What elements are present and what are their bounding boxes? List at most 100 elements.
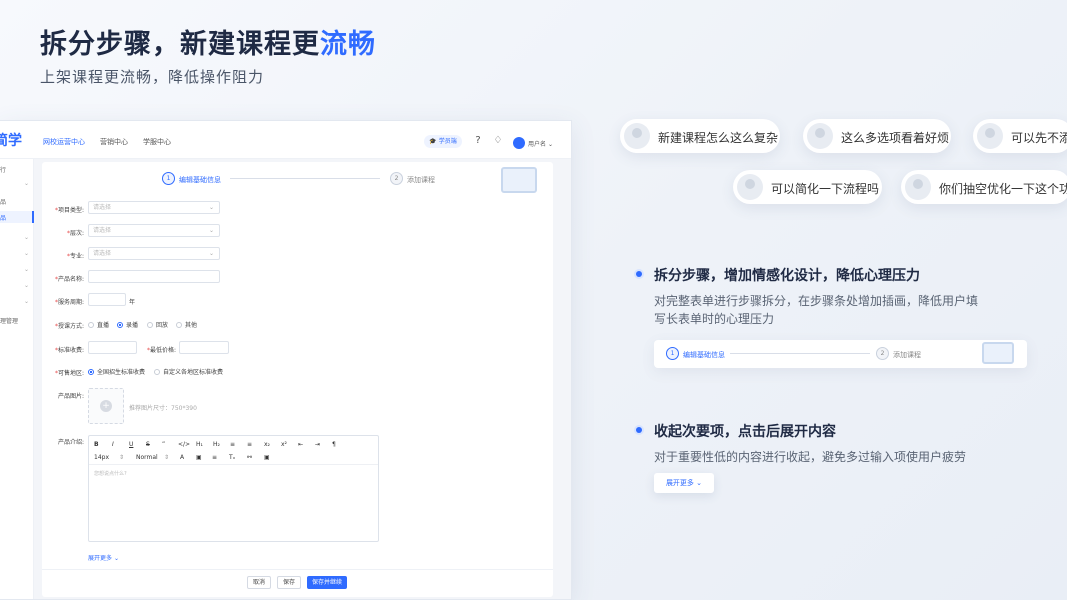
avatar (905, 174, 931, 200)
editor-placeholder: 您想说点什么? (94, 471, 127, 477)
sidebar-item-label: 品 (0, 199, 7, 206)
link-icon[interactable]: ⚯ (247, 454, 252, 461)
nav-item-student-service[interactable]: 学服中心 (143, 137, 171, 147)
feature-title-1: 拆分步骤，增加情感化设计，降低心理压力 (654, 268, 920, 284)
heading1-icon[interactable]: H₁ (196, 441, 203, 448)
graduation-cap-icon: 🎓 (429, 138, 437, 145)
strikethrough-icon[interactable]: S (146, 441, 150, 448)
superscript-icon[interactable]: x² (281, 441, 287, 448)
major-select[interactable]: 请选择 ⌄ (88, 247, 220, 260)
step-divider (730, 353, 870, 354)
product-intro-label: 产品介绍: (57, 439, 84, 446)
sidebar-item-label: 行 (0, 167, 7, 174)
product-name-input[interactable] (88, 270, 220, 283)
complaint-bubble-2: 这么多选项看着好烦 (803, 119, 951, 153)
hero-title-accent: 流畅 (320, 29, 376, 60)
level-select[interactable]: 请选择 ⌄ (88, 224, 220, 237)
text-direction-icon[interactable]: ¶ (332, 441, 336, 448)
user-name-label: 用户名 (528, 141, 547, 148)
avatar (737, 174, 763, 200)
radio-replay[interactable]: 回放 (147, 320, 168, 329)
hero-subtitle: 上架课程更流畅，降低操作阻力 (40, 68, 265, 86)
step-label: 编辑基础信息 (683, 351, 725, 359)
step-illustration (982, 342, 1014, 364)
step-illustration (501, 167, 537, 193)
sidebar-item-label: 品 (0, 215, 7, 222)
min-price-input[interactable] (179, 341, 229, 354)
font-style-select[interactable]: Normal (136, 454, 158, 461)
feature-bullet (636, 271, 642, 277)
chevron-down-icon: ⌄ (696, 479, 703, 487)
chevron-down-icon: ⌄ (113, 555, 119, 562)
nav-item-marketing[interactable]: 营销中心 (100, 137, 128, 147)
ordered-list-icon[interactable]: ≡ (230, 441, 235, 448)
code-icon[interactable]: </> (178, 441, 190, 448)
complaint-bubble-4: 可以简化一下流程吗 (733, 170, 882, 204)
chevron-down-icon: ⌄ (208, 204, 214, 211)
feature-bullet (636, 427, 642, 433)
sidebar: 行 ⌄ 品 品 ⌄ ⌄ ⌄ ⌄ ⌄ 理管理 (0, 159, 34, 599)
radio-national-fee[interactable]: 全国招生标准收费 (88, 367, 145, 376)
image-upload[interactable]: + (88, 388, 124, 424)
bullet-list-icon[interactable]: ≡ (247, 441, 252, 448)
bell-icon[interactable]: ♢ (492, 135, 504, 147)
step-number: 2 (390, 172, 403, 185)
chevron-down-icon: ⌄ (23, 180, 29, 187)
background-color-icon[interactable]: ▣ (196, 454, 202, 461)
save-button[interactable]: 保存 (277, 576, 301, 589)
editor-toolbar: B I U S ” </> H₁ H₂ ≡ ≡ x₂ x² ⇤ ⇥ ¶ (89, 439, 378, 452)
bold-icon[interactable]: B (94, 441, 99, 448)
project-type-select[interactable]: 请选择 ⌄ (88, 201, 220, 214)
expand-more-button[interactable]: 展开更多 ⌄ (654, 473, 714, 493)
cancel-button[interactable]: 取消 (247, 576, 271, 589)
product-name-label: *产品名称: (54, 276, 84, 283)
user-name[interactable]: 用户名 ⌄ (528, 139, 553, 148)
step-divider (230, 178, 380, 179)
align-icon[interactable]: ≡ (212, 454, 217, 461)
save-continue-button[interactable]: 保存并继续 (307, 576, 347, 589)
avatar[interactable] (513, 137, 525, 149)
step-number: 1 (162, 172, 175, 185)
radio-recorded[interactable]: 录播 (117, 320, 138, 329)
feature-desc-1: 对完整表单进行步骤拆分，在步骤条处增加插画，降低用户填 写长表单时的心理压力 (654, 294, 979, 326)
outdent-icon[interactable]: ⇤ (298, 441, 303, 448)
radio-custom-region-fee[interactable]: 自定义各地区标准收费 (154, 367, 223, 376)
subscript-icon[interactable]: x₂ (264, 441, 270, 448)
sidebar-item-1[interactable]: 行 (0, 163, 34, 175)
help-icon[interactable]: ? (472, 135, 484, 147)
sidebar-item-2[interactable]: ⌄ (0, 179, 34, 191)
avatar (624, 123, 650, 149)
nav-item-operations[interactable]: 网校运营中心 (43, 137, 85, 147)
complaint-bubble-5: 你们抽空优化一下这个功能 (901, 170, 1067, 204)
radio-other[interactable]: 其他 (176, 320, 197, 329)
service-period-input[interactable] (88, 293, 126, 306)
step-label: 添加课程 (893, 351, 921, 359)
radio-live[interactable]: 直播 (88, 320, 109, 329)
editor-divider (89, 464, 378, 465)
level-label: *层次: (66, 230, 84, 237)
student-portal-badge[interactable]: 🎓 学员端 (424, 135, 462, 148)
chevron-down-icon: ⌄ (23, 282, 29, 289)
complaint-text: 你们抽空优化一下这个功能 (939, 182, 1067, 196)
heading2-icon[interactable]: H₂ (213, 441, 220, 448)
image-icon[interactable]: ▣ (264, 454, 270, 461)
indent-icon[interactable]: ⇥ (315, 441, 320, 448)
font-size-select[interactable]: 14px (94, 454, 109, 461)
text-color-icon[interactable]: A (180, 454, 184, 461)
expand-more-link[interactable]: 展开更多 ⌄ (88, 553, 119, 562)
service-period-label: *服务周期: (54, 299, 84, 306)
step-number: 2 (876, 347, 889, 360)
clear-format-icon[interactable]: Tₓ (229, 454, 235, 461)
underline-icon[interactable]: U (129, 441, 133, 448)
major-label: *专业: (66, 253, 84, 260)
italic-icon[interactable]: I (112, 441, 114, 448)
avatar (977, 123, 1003, 149)
rich-text-editor[interactable]: B I U S ” </> H₁ H₂ ≡ ≡ x₂ x² ⇤ ⇥ ¶ 14px… (88, 435, 379, 542)
complaint-bubble-3: 可以先不添 (973, 119, 1067, 153)
teaching-mode-label: *授课方式: (54, 323, 84, 330)
image-size-hint: 推荐图片尺寸：750*390 (129, 405, 197, 412)
region-label: *可售地区: (54, 370, 84, 377)
chevron-updown-icon: ⇕ (164, 454, 170, 461)
sidebar-item-label: 理管理 (0, 318, 19, 325)
quote-icon[interactable]: ” (162, 441, 165, 448)
